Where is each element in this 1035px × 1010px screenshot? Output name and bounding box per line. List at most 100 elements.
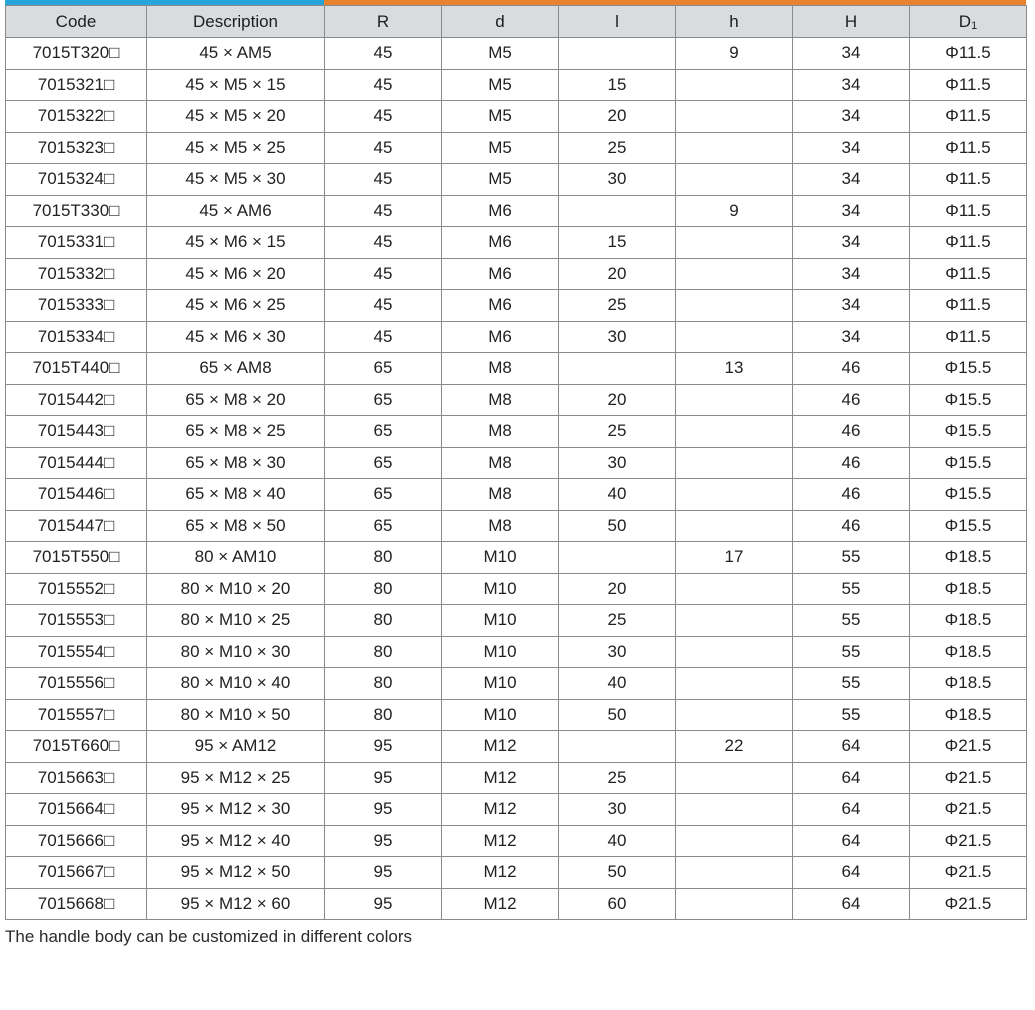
cell-l: 25 (558, 761, 676, 794)
cell-l: 25 (558, 604, 676, 637)
cell-description: 80 × M10 × 20 (146, 572, 325, 605)
cell-h-upper: 46 (792, 478, 910, 511)
cell-description: 45 × M6 × 15 (146, 226, 325, 259)
cell-r: 80 (324, 604, 442, 637)
cell-l: 40 (558, 478, 676, 511)
cell-r: 65 (324, 415, 442, 448)
cell-h-upper: 64 (792, 824, 910, 857)
cell-h-upper: 34 (792, 37, 910, 70)
cell-h-upper: 55 (792, 667, 910, 700)
cell-h-upper: 55 (792, 698, 910, 731)
table-row: 7015446□ 65 × M8 × 40 65 M8 40 46 Φ15.5 (5, 478, 1027, 511)
table-row: 7015666□ 95 × M12 × 40 95 M12 40 64 Φ21.5 (5, 824, 1027, 857)
cell-d: M6 (441, 257, 559, 290)
cell-description: 95 × AM12 (146, 730, 325, 763)
cell-d1: Φ11.5 (909, 194, 1027, 227)
cell-d1: Φ18.5 (909, 541, 1027, 574)
cell-d1: Φ21.5 (909, 730, 1027, 763)
cell-h-lower: 17 (675, 541, 793, 574)
cell-d: M5 (441, 163, 559, 196)
header-h-upper: H (792, 5, 910, 38)
cell-code: 7015333□ (5, 289, 147, 322)
cell-d: M12 (441, 730, 559, 763)
cell-code: 7015T660□ (5, 730, 147, 763)
cell-h-upper: 55 (792, 604, 910, 637)
cell-h-lower (675, 478, 793, 511)
header-d1-subscript: 1 (971, 19, 978, 32)
cell-d1: Φ18.5 (909, 635, 1027, 668)
cell-r: 45 (324, 289, 442, 322)
cell-d1: Φ21.5 (909, 887, 1027, 920)
cell-h-lower: 22 (675, 730, 793, 763)
cell-l: 25 (558, 289, 676, 322)
cell-l: 30 (558, 446, 676, 479)
cell-code: 7015323□ (5, 131, 147, 164)
table-row: 7015557□ 80 × M10 × 50 80 M10 50 55 Φ18.5 (5, 698, 1027, 731)
cell-r: 45 (324, 131, 442, 164)
cell-description: 45 × AM5 (146, 37, 325, 70)
cell-r: 95 (324, 761, 442, 794)
cell-l (558, 194, 676, 227)
cell-description: 45 × M5 × 30 (146, 163, 325, 196)
cell-r: 65 (324, 352, 442, 385)
cell-h-upper: 34 (792, 226, 910, 259)
cell-d: M6 (441, 194, 559, 227)
cell-d1: Φ18.5 (909, 698, 1027, 731)
table-row: 7015T440□ 65 × AM8 65 M8 13 46 Φ15.5 (5, 352, 1027, 385)
cell-r: 45 (324, 68, 442, 101)
table-row: 7015442□ 65 × M8 × 20 65 M8 20 46 Φ15.5 (5, 383, 1027, 416)
cell-l: 20 (558, 257, 676, 290)
table-header-row: Code Description R d l h H D1 (5, 5, 1027, 38)
cell-d1: Φ15.5 (909, 509, 1027, 542)
cell-r: 45 (324, 320, 442, 353)
cell-h-upper: 34 (792, 257, 910, 290)
cell-d: M12 (441, 824, 559, 857)
cell-code: 7015553□ (5, 604, 147, 637)
cell-description: 45 × M6 × 20 (146, 257, 325, 290)
cell-description: 80 × AM10 (146, 541, 325, 574)
cell-d: M10 (441, 541, 559, 574)
cell-l (558, 730, 676, 763)
cell-h-lower (675, 163, 793, 196)
cell-d1: Φ15.5 (909, 446, 1027, 479)
cell-r: 80 (324, 667, 442, 700)
cell-l: 20 (558, 572, 676, 605)
cell-code: 7015444□ (5, 446, 147, 479)
cell-h-upper: 34 (792, 320, 910, 353)
cell-d1: Φ21.5 (909, 824, 1027, 857)
cell-code: 7015446□ (5, 478, 147, 511)
cell-code: 7015T440□ (5, 352, 147, 385)
cell-h-upper: 55 (792, 635, 910, 668)
cell-h-lower (675, 509, 793, 542)
cell-l: 25 (558, 415, 676, 448)
table-row: 7015664□ 95 × M12 × 30 95 M12 30 64 Φ21.5 (5, 793, 1027, 826)
cell-code: 7015554□ (5, 635, 147, 668)
cell-code: 7015556□ (5, 667, 147, 700)
cell-l (558, 352, 676, 385)
cell-r: 80 (324, 635, 442, 668)
cell-l: 40 (558, 667, 676, 700)
cell-d1: Φ21.5 (909, 761, 1027, 794)
cell-description: 65 × M8 × 20 (146, 383, 325, 416)
cell-r: 45 (324, 100, 442, 133)
cell-l: 40 (558, 824, 676, 857)
cell-h-lower (675, 856, 793, 889)
cell-d1: Φ18.5 (909, 604, 1027, 637)
cell-h-upper: 46 (792, 352, 910, 385)
cell-h-upper: 46 (792, 509, 910, 542)
cell-r: 80 (324, 572, 442, 605)
cell-r: 45 (324, 226, 442, 259)
cell-h-lower (675, 887, 793, 920)
header-d1: D1 (909, 5, 1027, 38)
cell-h-upper: 34 (792, 131, 910, 164)
cell-h-upper: 64 (792, 887, 910, 920)
cell-r: 95 (324, 824, 442, 857)
cell-description: 95 × M12 × 40 (146, 824, 325, 857)
header-d: d (441, 5, 559, 38)
table-row: 7015321□ 45 × M5 × 15 45 M5 15 34 Φ11.5 (5, 68, 1027, 101)
cell-l: 30 (558, 163, 676, 196)
cell-code: 7015667□ (5, 856, 147, 889)
cell-h-lower (675, 698, 793, 731)
cell-d: M5 (441, 131, 559, 164)
cell-d: M10 (441, 667, 559, 700)
